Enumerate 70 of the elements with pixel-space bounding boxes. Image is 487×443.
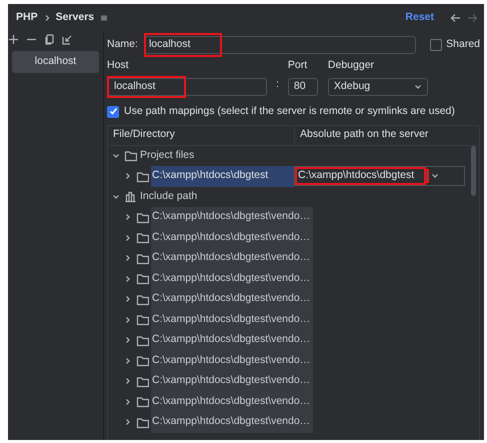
expand-chevron-icon[interactable] (124, 377, 132, 386)
folder-icon (136, 170, 149, 183)
caret-icon (414, 84, 422, 90)
tree-item-label[interactable]: C:\xampp\htdocs\dbgtest (151, 166, 294, 186)
expand-chevron-icon[interactable] (124, 336, 132, 344)
field-label: Name: (107, 37, 138, 52)
folder-icon (136, 292, 149, 306)
reset-link[interactable]: Reset (405, 10, 434, 26)
back-arrow-icon[interactable] (450, 13, 461, 23)
server-path-field[interactable]: C:\xampp\htdocs\dbgtest (294, 166, 465, 186)
path-mappings-checkbox[interactable]: Use path mappings (select if the server is remote or symlinks are used) (107, 104, 480, 120)
port-separator: : (275, 77, 280, 92)
column-header: File/Directory (112, 127, 176, 142)
checkmark-icon (108, 107, 118, 116)
expand-chevron-icon[interactable] (124, 398, 132, 406)
tree-item-label[interactable]: C:\xampp\htdocs\dbgtest\vendo… (151, 350, 314, 371)
library-icon (124, 190, 137, 204)
shared-checkbox[interactable]: Shared (430, 37, 480, 53)
tree-item-label[interactable]: C:\xampp\htdocs\dbgtest\vendo… (151, 248, 314, 268)
field-label: Debugger (328, 58, 376, 73)
scrollbar[interactable] (471, 146, 476, 196)
tree-item-label[interactable]: C:\xampp\htdocs\dbgtest\vendo… (151, 330, 314, 350)
folder-icon (136, 252, 149, 265)
debugger-dropdown[interactable]: Xdebug (328, 78, 428, 96)
folder-icon (136, 354, 149, 368)
folder-icon (136, 313, 149, 326)
port-field[interactable]: 80 (288, 78, 318, 96)
tree-item-label[interactable]: C:\xampp\htdocs\dbgtest\vendo… (151, 289, 314, 310)
expand-chevron-icon[interactable] (124, 254, 132, 262)
name-field[interactable]: localhost (144, 36, 416, 54)
folder-icon (124, 149, 137, 162)
tree-item-label[interactable]: C:\xampp\htdocs\dbgtest\vendo… (151, 228, 314, 248)
expand-chevron-icon[interactable] (124, 418, 132, 426)
folder-icon (136, 231, 149, 244)
copy-icon[interactable] (44, 34, 55, 45)
tree-item-label[interactable]: C:\xampp\htdocs\dbgtest\vendo… (151, 371, 314, 392)
chevron-icon (44, 14, 50, 22)
folder-icon (136, 272, 149, 286)
expand-chevron-icon[interactable] (124, 274, 132, 283)
expand-chevron-icon[interactable] (124, 213, 132, 222)
caret-icon (431, 173, 439, 180)
field-label: Port (288, 58, 308, 73)
breadcrumb-item[interactable]: PHP (16, 10, 38, 26)
column-header: Absolute path on the server (294, 127, 479, 143)
folder-icon (136, 416, 149, 429)
folder-icon (136, 395, 149, 408)
field-label: Host (107, 58, 130, 73)
collapse-chevron-icon[interactable] (112, 192, 120, 201)
collapse-chevron-icon[interactable] (112, 152, 120, 160)
tree-item-label[interactable]: C:\xampp\htdocs\dbgtest\vendo… (151, 207, 314, 228)
tree-item-label[interactable]: Project files (139, 146, 198, 166)
expand-chevron-icon[interactable] (124, 234, 132, 242)
import-icon[interactable] (62, 34, 73, 45)
expand-chevron-icon[interactable] (124, 172, 132, 180)
tree-item-label[interactable]: C:\xampp\htdocs\dbgtest\vendo… (151, 392, 314, 412)
expand-chevron-icon[interactable] (124, 295, 132, 304)
tree-item-label[interactable]: C:\xampp\htdocs\dbgtest\vendo… (151, 310, 314, 330)
tree-item-label[interactable]: C:\xampp\htdocs\dbgtest\vendo… (151, 412, 314, 432)
server-item[interactable]: localhost (12, 51, 99, 73)
folder-icon (136, 374, 149, 388)
breadcrumb-item[interactable]: Servers (56, 10, 94, 26)
tree-item-label[interactable]: C:\xampp\htdocs\dbgtest\vendo… (151, 268, 314, 289)
host-field[interactable]: localhost (107, 78, 267, 96)
folder-icon (136, 210, 149, 224)
folder-icon (136, 334, 149, 347)
tree-item-label[interactable]: Include path (139, 186, 200, 207)
expand-chevron-icon[interactable] (124, 356, 132, 365)
expand-chevron-icon[interactable] (124, 316, 132, 324)
menu-icon[interactable] (100, 14, 108, 22)
add-icon[interactable] (8, 34, 19, 45)
